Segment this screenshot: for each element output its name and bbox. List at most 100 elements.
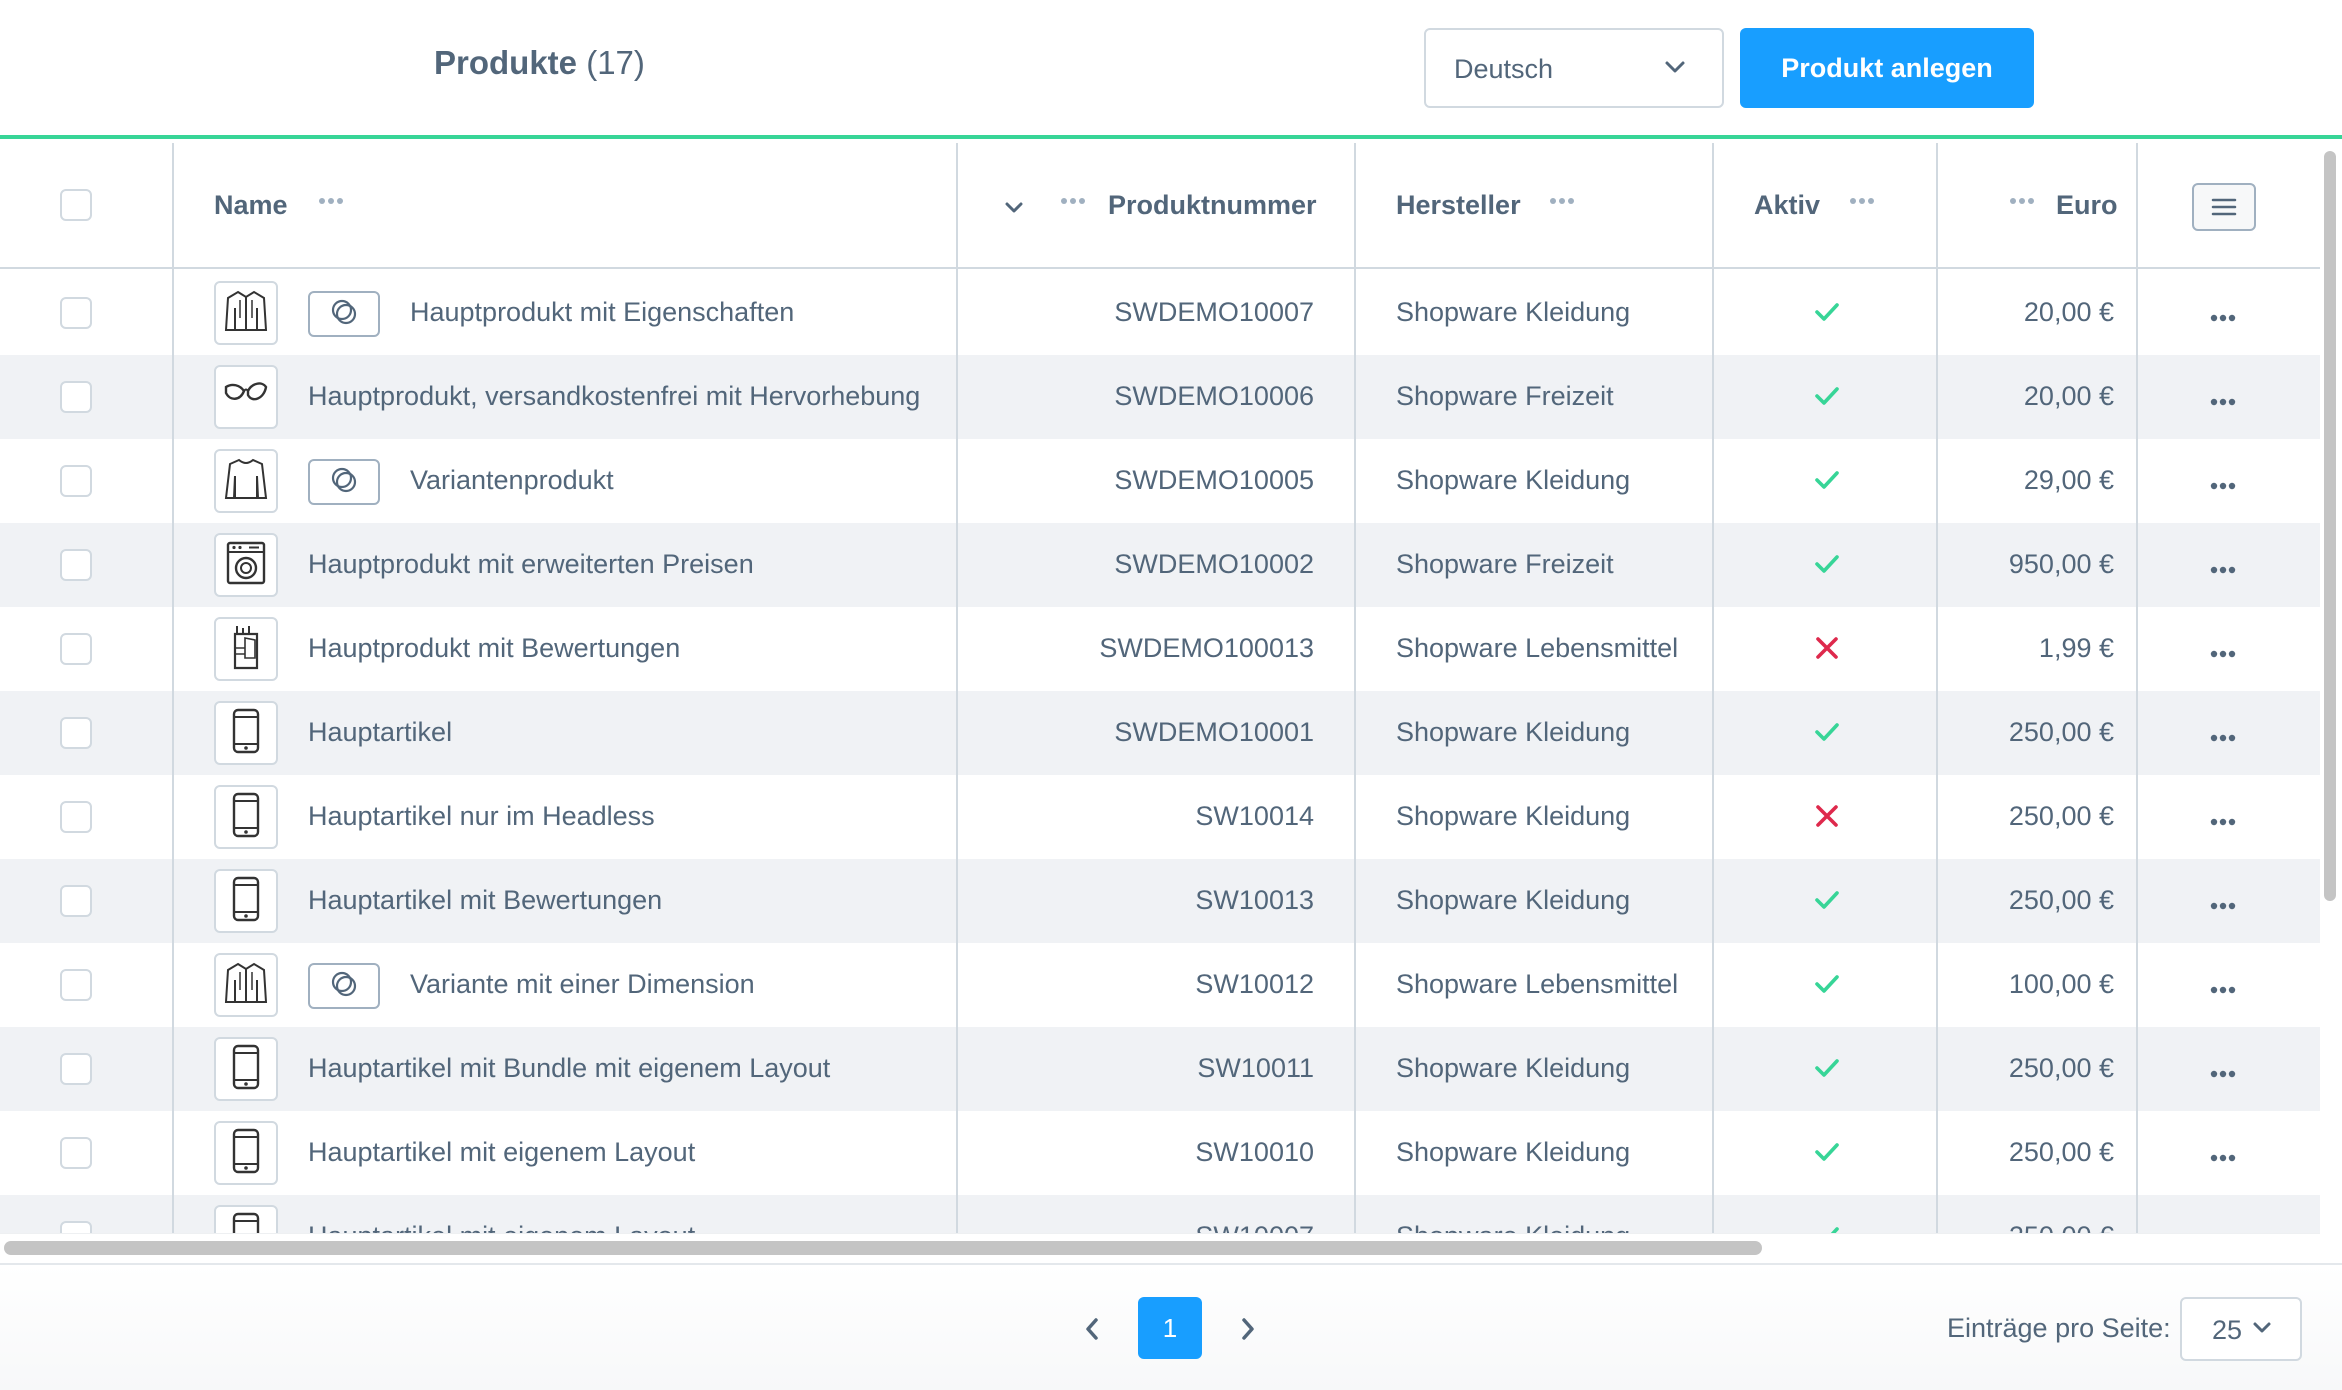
variant-badge[interactable]: [308, 963, 380, 1009]
row-select-checkbox[interactable]: [60, 717, 92, 749]
product-name[interactable]: Hauptartikel nur im Headless: [308, 801, 655, 832]
column-divider: [172, 143, 174, 1233]
table-row[interactable]: Hauptartikel SWDEMO10001 Shopware Kleidung…: [0, 691, 2320, 775]
row-select-checkbox[interactable]: [60, 297, 92, 329]
column-options-icon[interactable]: [1549, 197, 1575, 205]
language-select[interactable]: Deutsch: [1424, 28, 1724, 108]
vertical-scrollbar-thumb[interactable]: [2324, 151, 2336, 901]
table-row[interactable]: Variante mit einer Dimension SW10012 Shopw…: [0, 943, 2320, 1027]
horizontal-scrollbar[interactable]: [0, 1233, 2320, 1263]
table-row[interactable]: Hauptprodukt mit Bewertungen SWDEMO100013…: [0, 607, 2320, 691]
row-actions-icon[interactable]: [2210, 729, 2236, 747]
product-name[interactable]: Hauptprodukt mit Eigenschaften: [410, 297, 794, 328]
active-check-icon: [1812, 1053, 1842, 1083]
product-name[interactable]: Variantenprodukt: [410, 465, 614, 496]
row-actions-icon[interactable]: [2210, 897, 2236, 915]
product-name[interactable]: Hauptartikel mit eigenem Layout: [308, 1137, 695, 1168]
select-all-checkbox[interactable]: [60, 189, 92, 221]
row-select-checkbox[interactable]: [60, 1053, 92, 1085]
row-select-checkbox[interactable]: [60, 801, 92, 833]
product-manufacturer: Shopware Lebensmittel: [1396, 969, 1679, 999]
table-row[interactable]: Hauptartikel mit Bundle mit eigenem Layo…: [0, 1027, 2320, 1111]
column-options-icon[interactable]: [2009, 197, 2035, 205]
sort-descending-icon[interactable]: [1004, 201, 1024, 215]
active-check-icon: [1812, 381, 1842, 411]
row-actions-icon[interactable]: [2210, 393, 2236, 411]
row-actions-icon[interactable]: [2210, 1065, 2236, 1083]
row-select-checkbox[interactable]: [60, 549, 92, 581]
table-row[interactable]: Hauptprodukt mit erweiterten Preisen SWDE…: [0, 523, 2320, 607]
column-divider: [956, 143, 958, 1233]
language-select-value: Deutsch: [1454, 54, 1554, 84]
product-manufacturer: Shopware Kleidung: [1396, 1053, 1631, 1083]
product-number: SWDEMO10002: [1114, 549, 1314, 579]
product-price: 29,00 €: [2023, 465, 2114, 495]
product-manufacturer: Shopware Freizeit: [1396, 549, 1614, 579]
row-actions-icon[interactable]: [2210, 561, 2236, 579]
row-actions-icon[interactable]: [2210, 477, 2236, 495]
per-page-select[interactable]: 25: [2180, 1297, 2302, 1361]
grid-footer: 1 Einträge pro Seite: 25: [0, 1263, 2342, 1390]
per-page-value: 25: [2212, 1315, 2243, 1345]
row-select-checkbox[interactable]: [60, 633, 92, 665]
active-check-icon: [1812, 1221, 1842, 1233]
table-row[interactable]: Hauptartikel nur im Headless SW10014 Shopw…: [0, 775, 2320, 859]
column-header-manufacturer[interactable]: Hersteller: [1396, 190, 1521, 221]
sunglasses-icon: [222, 377, 270, 418]
product-thumbnail: [214, 1037, 278, 1101]
jacket-icon: [224, 288, 268, 339]
column-divider: [1936, 143, 1938, 1233]
product-number: SWDEMO10007: [1114, 297, 1314, 327]
column-header-price[interactable]: Euro: [2056, 190, 2118, 221]
column-header-active[interactable]: Aktiv: [1754, 190, 1820, 221]
table-row[interactable]: Hauptprodukt mit Eigenschaften SWDEMO1000…: [0, 271, 2320, 355]
table-row[interactable]: Hauptartikel mit Bewertungen SW10013 Shopw…: [0, 859, 2320, 943]
row-select-checkbox[interactable]: [60, 1137, 92, 1169]
table-row[interactable]: Variantenprodukt SWDEMO10005 Shopware Klei…: [0, 439, 2320, 523]
column-options-icon[interactable]: [1849, 197, 1875, 205]
table-row[interactable]: Hauptprodukt, versandkostenfrei mit Herv…: [0, 355, 2320, 439]
horizontal-scrollbar-thumb[interactable]: [4, 1241, 1762, 1255]
previous-page-button[interactable]: [1072, 1309, 1112, 1349]
row-actions-icon[interactable]: [2210, 309, 2236, 327]
vertical-scrollbar[interactable]: [2320, 143, 2342, 1233]
column-options-icon[interactable]: [318, 197, 344, 205]
next-page-button[interactable]: [1228, 1309, 1268, 1349]
grid-settings-button[interactable]: [2192, 183, 2256, 231]
current-page-button[interactable]: 1: [1138, 1297, 1202, 1359]
product-name[interactable]: Variante mit einer Dimension: [410, 969, 755, 1000]
row-actions-icon[interactable]: [2210, 813, 2236, 831]
product-grid: Name Produktnummer Hersteller Aktiv Euro: [0, 143, 2320, 1233]
product-price: 20,00 €: [2023, 297, 2114, 327]
product-name[interactable]: Hauptartikel mit Bundle mit eigenem Layo…: [308, 1053, 830, 1084]
row-select-checkbox[interactable]: [60, 969, 92, 1001]
active-check-icon: [1812, 549, 1842, 579]
row-select-checkbox[interactable]: [60, 885, 92, 917]
product-name[interactable]: Hauptprodukt mit erweiterten Preisen: [308, 549, 754, 580]
row-select-checkbox[interactable]: [60, 1221, 92, 1233]
product-name[interactable]: Hauptartikel mit Bewertungen: [308, 885, 662, 916]
product-price: 1,99 €: [2038, 633, 2114, 663]
column-header-product-number[interactable]: Produktnummer: [1108, 190, 1317, 221]
table-row[interactable]: Hauptartikel mit eigenem Layout SW10010 Sh…: [0, 1111, 2320, 1195]
smartphone-icon: [231, 792, 261, 843]
column-header-name[interactable]: Name: [214, 190, 288, 221]
row-actions-icon[interactable]: [2210, 981, 2236, 999]
variant-badge[interactable]: [308, 291, 380, 337]
column-options-icon[interactable]: [1060, 197, 1086, 205]
create-product-button[interactable]: Produkt anlegen: [1740, 28, 2034, 108]
product-manufacturer: Shopware Freizeit: [1396, 381, 1614, 411]
row-actions-icon[interactable]: [2210, 1149, 2236, 1167]
row-select-checkbox[interactable]: [60, 465, 92, 497]
product-name[interactable]: Hauptprodukt mit Bewertungen: [308, 633, 680, 664]
product-price: 250,00 €: [2008, 717, 2114, 747]
row-select-checkbox[interactable]: [60, 381, 92, 413]
table-row[interactable]: Hauptartikel mit eigenem Layout SW10007 Sh…: [0, 1195, 2320, 1233]
product-name[interactable]: Hauptartikel mit eigenem Layout: [308, 1221, 695, 1233]
product-name[interactable]: Hauptprodukt, versandkostenfrei mit Herv…: [308, 381, 920, 412]
product-name[interactable]: Hauptartikel: [308, 717, 452, 748]
row-actions-icon[interactable]: [2210, 645, 2236, 663]
smartphone-icon: [231, 1044, 261, 1095]
product-thumbnail: [214, 365, 278, 429]
variant-badge[interactable]: [308, 459, 380, 505]
